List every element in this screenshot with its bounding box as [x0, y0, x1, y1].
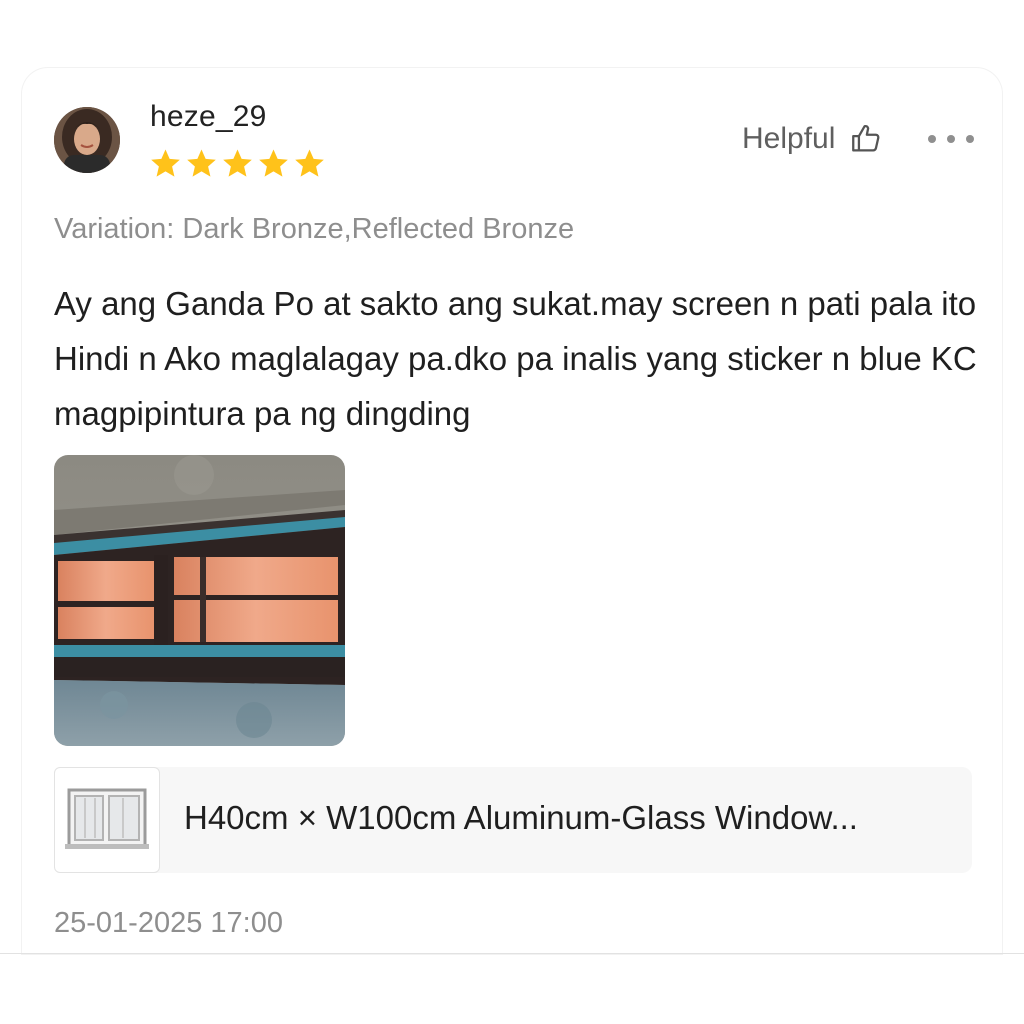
- divider: [0, 953, 1024, 954]
- review-text: Ay ang Ganda Po at sakto ang sukat.may s…: [54, 285, 977, 432]
- review-photo[interactable]: [54, 455, 345, 746]
- user-avatar[interactable]: [54, 107, 120, 173]
- thumbs-up-icon: [852, 124, 880, 152]
- variation-text: Variation: Dark Bronze,Reflected Bronze: [54, 213, 575, 245]
- star-icon: [259, 149, 288, 177]
- more-options-icon[interactable]: [928, 128, 974, 150]
- star-icon: [187, 149, 216, 177]
- avatar-image: [54, 107, 120, 173]
- product-thumbnail: [54, 767, 160, 873]
- star-icon: [295, 149, 324, 177]
- star-icon: [151, 149, 180, 177]
- window-photo: [54, 455, 345, 746]
- product-title: H40cm × W100cm Aluminum-Glass Window...: [184, 799, 858, 836]
- more-dot: [947, 135, 955, 143]
- rating-stars: [149, 147, 326, 183]
- review-timestamp: 25-01-2025 17:00: [54, 907, 283, 939]
- window-icon: [65, 788, 149, 849]
- review-page: heze_29 Helpful Variation: Dark Bronze,R…: [0, 0, 1024, 1024]
- helpful-label: Helpful: [742, 122, 836, 155]
- more-dot: [928, 135, 936, 143]
- star-icon: [223, 149, 252, 177]
- username: heze_29: [150, 100, 267, 133]
- product-link[interactable]: H40cm × W100cm Aluminum-Glass Window...: [54, 767, 972, 873]
- helpful-button[interactable]: Helpful: [742, 122, 883, 156]
- more-dot: [966, 135, 974, 143]
